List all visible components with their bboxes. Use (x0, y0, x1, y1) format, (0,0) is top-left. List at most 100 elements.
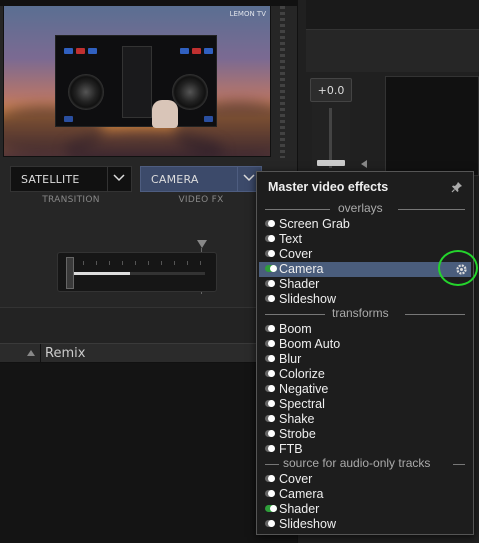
gain-value: +0.0 (317, 84, 345, 97)
remix-label: Remix (45, 346, 86, 361)
deck-pad (64, 116, 73, 122)
gain-handle[interactable] (317, 160, 345, 166)
section-line (405, 314, 465, 315)
toggle-switch[interactable] (265, 445, 275, 452)
transition-value: SATELLITE (21, 173, 80, 186)
right-top-area (306, 0, 479, 30)
gain-slider[interactable] (312, 102, 350, 172)
mid-bar (0, 307, 297, 343)
video-fx-value: CAMERA (151, 173, 199, 186)
effect-item[interactable]: Shake (259, 412, 471, 427)
effect-label: Camera (279, 487, 324, 501)
effect-label: Cover (279, 472, 313, 486)
effect-label: Negative (279, 382, 329, 396)
effect-item[interactable]: Blur (259, 352, 471, 367)
deck-pad (192, 48, 201, 54)
effect-label: Slideshow (279, 292, 336, 306)
chevron-down-icon (243, 174, 255, 182)
effect-label: Screen Grab (279, 217, 350, 231)
effect-item[interactable]: Strobe (259, 427, 471, 442)
right-dark-panel (385, 76, 479, 176)
toggle-switch[interactable] (265, 400, 275, 407)
section-line (453, 464, 465, 465)
toggle-switch[interactable] (265, 220, 275, 227)
chevron-down-icon (113, 174, 125, 182)
toggle-switch[interactable] (265, 520, 275, 527)
pin-icon[interactable] (451, 181, 463, 193)
effect-label: Boom (279, 322, 312, 336)
deck-pad (64, 48, 73, 54)
transition-combo[interactable]: SATELLITE (10, 166, 132, 192)
effect-label: Strobe (279, 427, 316, 441)
gain-track (329, 108, 332, 168)
collapse-arrow-icon[interactable] (27, 350, 35, 356)
section-overlays: overlays (265, 201, 465, 216)
section-line (265, 314, 325, 315)
deck-pad (180, 48, 189, 54)
effect-item[interactable]: Shader (259, 277, 471, 292)
caret-left-icon (361, 160, 367, 168)
section-label: source for audio-only tracks (283, 456, 431, 470)
effect-label: Shader (279, 277, 320, 291)
effect-label: Blur (279, 352, 302, 366)
effect-label: Colorize (279, 367, 325, 381)
dj-controller-image (55, 35, 217, 128)
video-fx-caption: VIDEO FX (178, 195, 224, 205)
effect-item[interactable]: Colorize (259, 367, 471, 382)
toggle-switch[interactable] (265, 355, 275, 362)
video-crossfader[interactable] (57, 252, 217, 292)
effect-item[interactable]: Boom (259, 322, 471, 337)
effect-item[interactable]: Boom Auto (259, 337, 471, 352)
remix-area (0, 363, 297, 543)
toggle-switch[interactable] (265, 325, 275, 332)
preview-scrollbar[interactable] (280, 6, 285, 158)
toggle-switch[interactable] (265, 265, 277, 272)
divider (40, 344, 41, 363)
section-label: transforms (332, 306, 389, 320)
toggle-switch[interactable] (265, 370, 275, 377)
effect-item[interactable]: Spectral (259, 397, 471, 412)
toggle-switch[interactable] (265, 280, 275, 287)
effect-label: FTB (279, 442, 303, 456)
hand (152, 100, 178, 128)
section-line (265, 464, 279, 465)
effect-label: Cover (279, 247, 313, 261)
effect-label: Shader (279, 502, 320, 516)
effect-label: Spectral (279, 397, 325, 411)
toggle-switch[interactable] (265, 430, 275, 437)
annotation-circle (438, 250, 478, 286)
toggle-switch[interactable] (265, 505, 277, 512)
effect-item[interactable]: FTB (259, 442, 471, 457)
section-label: overlays (338, 201, 383, 215)
toggle-switch[interactable] (265, 340, 275, 347)
effect-label: Camera (279, 262, 324, 276)
effect-item[interactable]: Cover (259, 472, 471, 487)
video-fx-combo[interactable]: CAMERA (140, 166, 262, 192)
effect-item[interactable]: Shader (259, 502, 471, 517)
toggle-switch[interactable] (265, 475, 275, 482)
effect-item[interactable]: Camera (259, 487, 471, 502)
crossfader-knob[interactable] (66, 257, 74, 289)
transition-dropdown-button[interactable] (107, 167, 131, 191)
video-preview[interactable]: LEMON TV (3, 5, 271, 157)
effect-item[interactable]: Slideshow (259, 292, 471, 307)
right-jog-wheel (172, 74, 208, 110)
left-jog-wheel (68, 74, 104, 110)
effect-item[interactable]: Slideshow (259, 517, 471, 532)
remix-bar[interactable]: Remix (0, 343, 297, 363)
mixer-section (122, 46, 152, 118)
effect-item[interactable]: Screen Grab (259, 217, 471, 232)
toggle-switch[interactable] (265, 415, 275, 422)
effect-label: Boom Auto (279, 337, 341, 351)
effect-item[interactable]: Negative (259, 382, 471, 397)
toggle-switch[interactable] (265, 385, 275, 392)
effect-item[interactable]: Text (259, 232, 471, 247)
toggle-switch[interactable] (265, 250, 275, 257)
crossfader-fill (70, 272, 130, 275)
toggle-switch[interactable] (265, 295, 275, 302)
toggle-switch[interactable] (265, 235, 275, 242)
toggle-switch[interactable] (265, 490, 275, 497)
section-line (265, 209, 330, 210)
gain-display[interactable]: +0.0 (310, 78, 352, 102)
deck-pad (204, 48, 213, 54)
